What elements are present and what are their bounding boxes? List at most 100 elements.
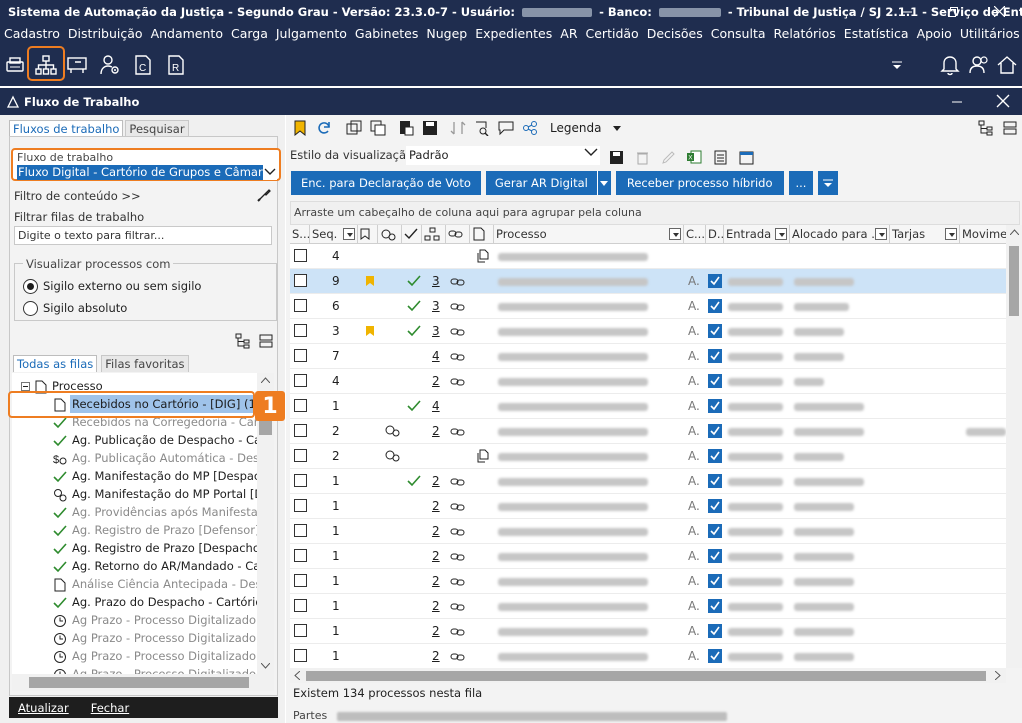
tree-queue-item[interactable]: Análise Ciência Antecipada - Despach xyxy=(12,575,257,593)
scroll-up-icon[interactable] xyxy=(261,377,270,383)
row-select-checkbox[interactable] xyxy=(294,524,307,537)
row-d-checked[interactable] xyxy=(708,399,722,413)
document-c-icon[interactable]: C xyxy=(130,52,156,78)
row-d-checked[interactable] xyxy=(708,449,722,463)
menu-decisoes[interactable]: Decisões xyxy=(643,26,707,41)
row-volume-link[interactable]: 2 xyxy=(432,519,440,544)
col-check[interactable] xyxy=(402,225,422,244)
save-doc-icon[interactable] xyxy=(418,116,442,140)
calendar-icon[interactable] xyxy=(734,145,758,169)
chat-icon[interactable] xyxy=(494,116,518,140)
menu-carga[interactable]: Carga xyxy=(227,26,272,41)
grid-horizontal-scrollbar[interactable] xyxy=(290,668,1006,683)
row-select-checkbox[interactable] xyxy=(294,399,307,412)
row-select-checkbox[interactable] xyxy=(294,624,307,637)
fluxo-de-trabalho-field[interactable]: Fluxo de trabalho Fluxo Digital - Cartór… xyxy=(11,148,281,181)
col-link[interactable] xyxy=(446,225,470,244)
col-entrada-filter[interactable] xyxy=(775,228,787,240)
bell-icon[interactable] xyxy=(937,52,963,78)
group-collapse-icon[interactable] xyxy=(998,116,1022,140)
row-volume-link[interactable]: 3 xyxy=(432,294,440,319)
row-d-checked[interactable] xyxy=(708,349,722,363)
row-volume-link[interactable]: 4 xyxy=(432,344,440,369)
menu-expedientes[interactable]: Expedientes xyxy=(471,26,556,41)
copy-icon[interactable] xyxy=(366,116,390,140)
row-select-checkbox[interactable] xyxy=(294,549,307,562)
table-row[interactable]: 1 2 A. xyxy=(290,469,1006,494)
excel-export-icon[interactable]: X xyxy=(682,145,706,169)
col-entrada[interactable]: Entrada xyxy=(724,225,790,244)
row-volume-link[interactable]: 2 xyxy=(432,594,440,619)
tree-queue-item[interactable]: Ag. Prazo do Despacho - Cartório [DI xyxy=(12,593,257,611)
tree-queue-item[interactable]: Ag Prazo - Processo Digitalizado – Pr xyxy=(12,665,257,674)
scroll-left-icon[interactable] xyxy=(294,671,300,680)
tree-horizontal-scrollbar[interactable] xyxy=(12,674,274,691)
table-row[interactable]: 1 2 A. xyxy=(290,544,1006,569)
col-s[interactable]: S... xyxy=(290,225,310,244)
row-volume-link[interactable]: 3 xyxy=(432,319,440,344)
edit-icon[interactable] xyxy=(656,145,680,169)
tree-collapse-icon[interactable] xyxy=(258,333,274,349)
table-row[interactable]: 1 2 A. xyxy=(290,569,1006,594)
row-d-checked[interactable] xyxy=(708,374,722,388)
dropdown-arrow-icon[interactable] xyxy=(884,52,910,78)
printer-icon[interactable] xyxy=(2,52,28,78)
table-row[interactable]: 1 2 A. xyxy=(290,619,1006,644)
chevron-down-icon[interactable] xyxy=(584,148,598,158)
menu-cadastro[interactable]: Cadastro xyxy=(0,26,64,41)
row-d-checked[interactable] xyxy=(708,299,722,313)
row-select-checkbox[interactable] xyxy=(294,349,307,362)
overflow-menu-button[interactable] xyxy=(818,171,839,195)
row-d-checked[interactable] xyxy=(708,624,722,638)
tree-queue-item[interactable]: Ag Prazo - Processo Digitalizado – Pr xyxy=(12,647,257,665)
col-c[interactable]: C... xyxy=(684,225,706,244)
tab-filas-favoritas[interactable]: Filas favoritas xyxy=(101,355,189,372)
row-d-checked[interactable] xyxy=(708,574,722,588)
col-hierarchy[interactable] xyxy=(422,225,446,244)
col-alocado-filter[interactable] xyxy=(875,228,887,240)
row-select-checkbox[interactable] xyxy=(294,499,307,512)
menu-andamento[interactable]: Andamento xyxy=(147,26,227,41)
row-d-checked[interactable] xyxy=(708,274,722,288)
row-d-checked[interactable] xyxy=(708,324,722,338)
tree-queue-item[interactable]: Ag. Providências após Manifestação d xyxy=(12,503,257,521)
menu-utilitarios[interactable]: Utilitários xyxy=(956,26,1022,41)
radio-sigilo-absoluto[interactable] xyxy=(23,301,38,316)
filtro-conteudo-toggle[interactable]: Filtro de conteúdo >> xyxy=(14,189,141,203)
menu-relatorios[interactable]: Relatórios xyxy=(770,26,840,41)
group-expand-icon[interactable] xyxy=(974,116,998,140)
col-flag[interactable] xyxy=(358,225,378,244)
menu-certidao[interactable]: Certidão xyxy=(582,26,643,41)
scroll-right-icon[interactable] xyxy=(995,671,1001,680)
col-tarjas-filter[interactable] xyxy=(945,228,957,240)
col-processo-filter[interactable] xyxy=(669,228,681,240)
receber-processo-hibrido-button[interactable]: Receber processo híbrido xyxy=(615,171,784,195)
tree-queue-item[interactable]: Ag. Registro de Prazo [Despacho] - C xyxy=(12,539,257,557)
row-select-checkbox[interactable] xyxy=(294,324,307,337)
row-volume-link[interactable]: 3 xyxy=(432,269,440,294)
col-gears[interactable] xyxy=(378,225,402,244)
table-row[interactable]: 3 3 A. xyxy=(290,319,1006,344)
table-row[interactable]: 1 2 A. xyxy=(290,519,1006,544)
row-select-checkbox[interactable] xyxy=(294,274,307,287)
row-select-checkbox[interactable] xyxy=(294,299,307,312)
col-tarjas[interactable]: Tarjas xyxy=(890,225,960,244)
row-volume-link[interactable]: 4 xyxy=(432,394,440,419)
tree-queue-item[interactable]: Ag Prazo - Processo Digitalizado – Pr xyxy=(12,629,257,647)
col-seq[interactable]: Seq. xyxy=(310,225,358,244)
menu-apoio[interactable]: Apoio xyxy=(913,26,956,41)
col-seq-filter[interactable] xyxy=(343,228,355,240)
table-row[interactable]: 4 2 A. xyxy=(290,369,1006,394)
home-icon[interactable] xyxy=(994,52,1020,78)
tree-expand-icon[interactable] xyxy=(235,333,251,349)
refresh-icon[interactable] xyxy=(312,116,336,140)
menu-nugep[interactable]: Nugep xyxy=(422,26,471,41)
tree-queue-item[interactable]: Ag. Manifestação do MP [Despacho] xyxy=(12,467,257,485)
delete-icon[interactable] xyxy=(630,145,654,169)
print-preview-icon[interactable] xyxy=(394,116,418,140)
row-d-checked[interactable] xyxy=(708,549,722,563)
subwindow-close-button[interactable] xyxy=(996,94,1010,111)
more-actions-button[interactable]: ... xyxy=(788,171,814,195)
users-icon[interactable] xyxy=(967,52,993,78)
row-d-checked[interactable] xyxy=(708,599,722,613)
